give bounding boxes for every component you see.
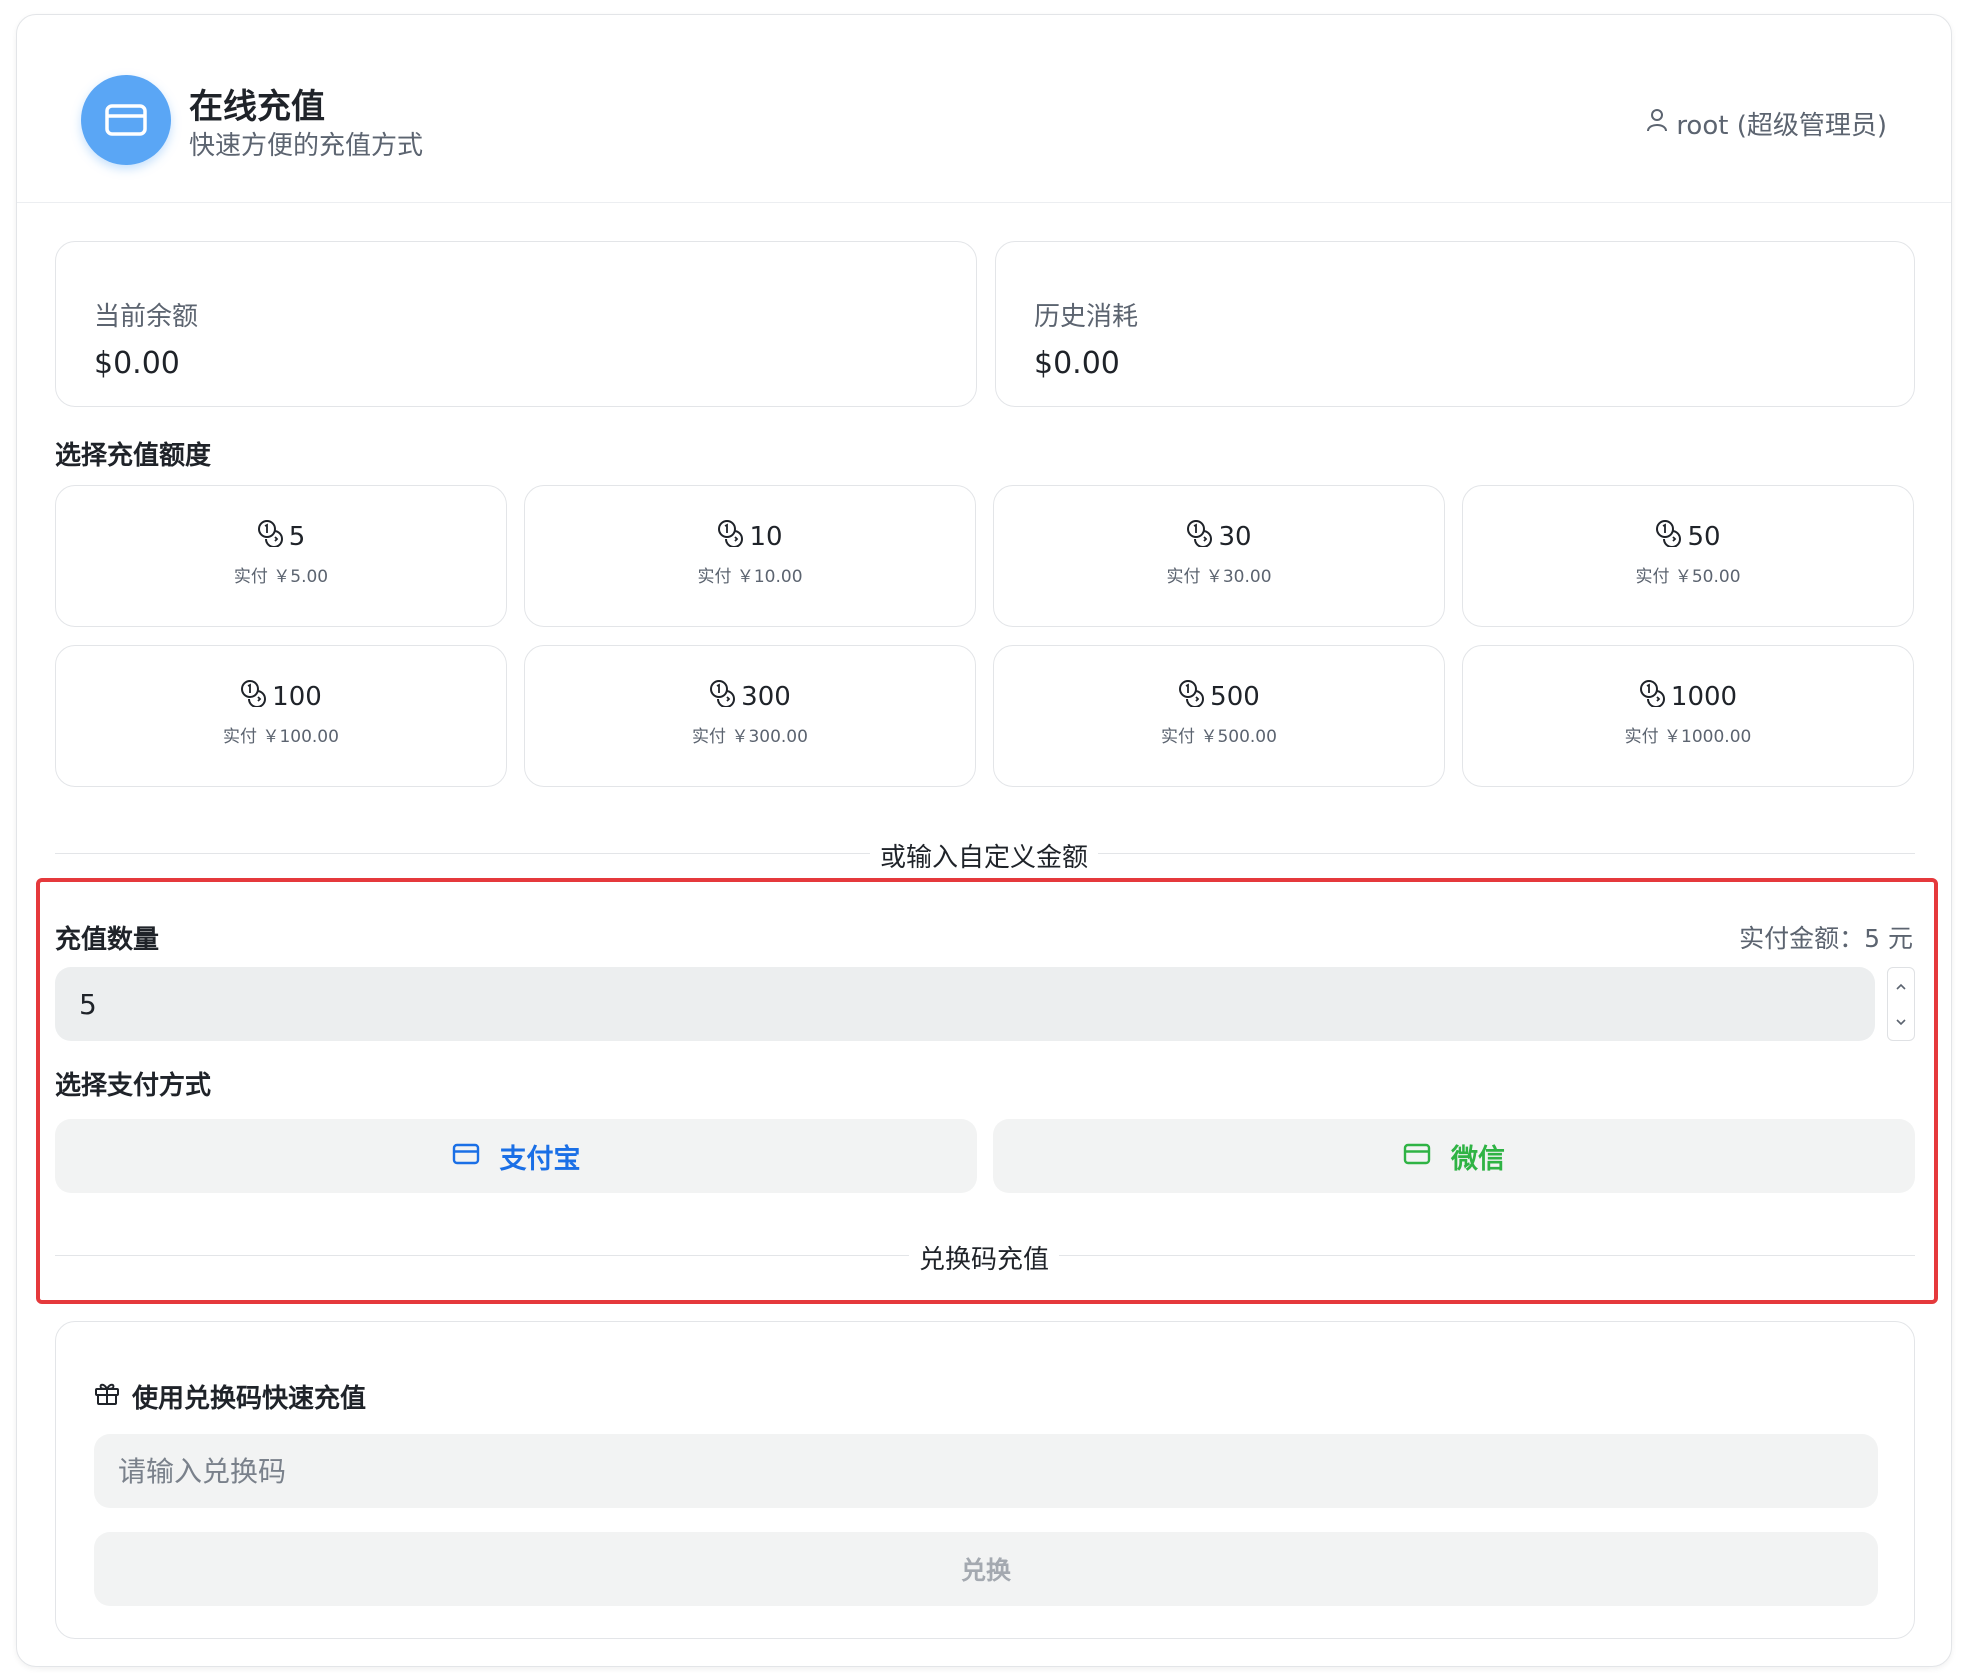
amount-pay-text: 实付 ￥50.00 bbox=[1635, 567, 1741, 587]
amount-value-row: 50 bbox=[1655, 519, 1721, 554]
custom-divider-text: 或输入自定义金额 bbox=[17, 837, 1951, 874]
redeem-code-input[interactable] bbox=[94, 1434, 1878, 1508]
balance-card: 当前余额 $0.00 bbox=[55, 241, 977, 407]
page-subtitle: 快速方便的充值方式 bbox=[189, 131, 424, 161]
amount-option[interactable]: 500 实付 ￥500.00 bbox=[993, 645, 1445, 787]
history-card: 历史消耗 $0.00 bbox=[995, 241, 1915, 407]
user-icon bbox=[1646, 108, 1668, 139]
coins-icon bbox=[1186, 519, 1216, 554]
recharge-card: 在线充值 快速方便的充值方式 root (超级管理员) 当前余额 $0.00 历… bbox=[16, 14, 1952, 1667]
amount-value-row: 300 bbox=[709, 679, 791, 714]
amount-value: 100 bbox=[272, 681, 322, 712]
coins-icon bbox=[1639, 679, 1669, 714]
amount-value: 300 bbox=[741, 681, 791, 712]
amount-value-row: 5 bbox=[257, 519, 306, 554]
amount-value: 5 bbox=[288, 521, 306, 552]
amount-value: 10 bbox=[749, 521, 783, 552]
amount-pay-text: 实付 ￥1000.00 bbox=[1624, 727, 1752, 747]
coins-icon bbox=[240, 679, 270, 714]
balance-value: $0.00 bbox=[94, 346, 180, 381]
coins-icon bbox=[709, 679, 739, 714]
amount-value: 500 bbox=[1210, 681, 1260, 712]
amount-value-row: 30 bbox=[1186, 519, 1252, 554]
page-header: 在线充值 快速方便的充值方式 root (超级管理员) bbox=[17, 15, 1951, 203]
amount-option[interactable]: 10 实付 ￥10.00 bbox=[524, 485, 976, 627]
coins-icon bbox=[257, 519, 287, 554]
amount-pay-text: 实付 ￥500.00 bbox=[1161, 727, 1277, 747]
coins-icon bbox=[717, 519, 747, 554]
redeem-title-label: 使用兑换码快速充值 bbox=[132, 1384, 367, 1414]
amount-value: 50 bbox=[1687, 521, 1721, 552]
history-label: 历史消耗 bbox=[1034, 302, 1139, 332]
amount-pay-text: 实付 ￥300.00 bbox=[692, 727, 808, 747]
amount-value: 1000 bbox=[1670, 681, 1738, 712]
custom-divider-label: 或输入自定义金额 bbox=[869, 843, 1098, 873]
amount-value-row: 1000 bbox=[1639, 679, 1737, 714]
amount-value: 30 bbox=[1218, 521, 1252, 552]
amount-pay-text: 实付 ￥5.00 bbox=[233, 567, 329, 587]
redeem-card: 使用兑换码快速充值 兑换 bbox=[55, 1321, 1915, 1639]
coins-icon bbox=[1178, 679, 1208, 714]
redeem-button[interactable]: 兑换 bbox=[94, 1532, 1878, 1606]
coins-icon bbox=[1655, 519, 1685, 554]
amount-pay-text: 实付 ￥100.00 bbox=[223, 727, 339, 747]
amount-value-row: 10 bbox=[717, 519, 783, 554]
page-title: 在线充值 bbox=[189, 87, 325, 127]
gift-icon bbox=[94, 1380, 120, 1413]
history-value: $0.00 bbox=[1034, 346, 1120, 381]
amount-option[interactable]: 30 实付 ￥30.00 bbox=[993, 485, 1445, 627]
amount-option[interactable]: 50 实付 ￥50.00 bbox=[1462, 485, 1914, 627]
amount-section-title: 选择充值额度 bbox=[55, 441, 212, 471]
amount-value-row: 500 bbox=[1178, 679, 1260, 714]
credit-card-icon bbox=[81, 75, 171, 165]
amount-option[interactable]: 300 实付 ￥300.00 bbox=[524, 645, 976, 787]
amount-pay-text: 实付 ￥30.00 bbox=[1166, 567, 1272, 587]
user-name: root (超级管理员) bbox=[1676, 111, 1887, 141]
amount-option[interactable]: 100 实付 ￥100.00 bbox=[55, 645, 507, 787]
redeem-title: 使用兑换码快速充值 bbox=[94, 1378, 366, 1415]
balance-label: 当前余额 bbox=[94, 302, 199, 332]
user-info[interactable]: root (超级管理员) bbox=[1646, 105, 1887, 142]
amount-option[interactable]: 1000 实付 ￥1000.00 bbox=[1462, 645, 1914, 787]
highlight-box bbox=[36, 878, 1938, 1304]
amount-value-row: 100 bbox=[240, 679, 322, 714]
amount-pay-text: 实付 ￥10.00 bbox=[697, 567, 803, 587]
amount-option[interactable]: 5 实付 ￥5.00 bbox=[55, 485, 507, 627]
